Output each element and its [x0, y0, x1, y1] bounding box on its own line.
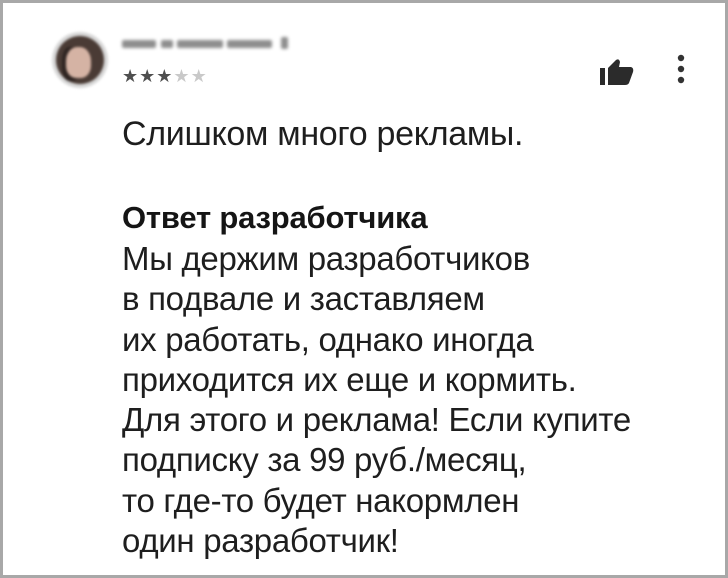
- reply-line: то где-то будет накормлен: [122, 481, 520, 519]
- reply-line: подписку за 99 руб./месяц,: [122, 441, 527, 479]
- reply-line: их работать, однако иногда: [122, 320, 534, 358]
- review-card: ★★★★★ Слишком много рекламы. Ответ разра…: [0, 0, 728, 578]
- more-vert-icon[interactable]: [674, 52, 688, 88]
- reply-line: Мы держим разработчиков: [122, 240, 530, 277]
- rating-stars: ★★★★★: [122, 67, 208, 85]
- user-avatar[interactable]: [52, 32, 108, 88]
- star-icon-filled: ★: [122, 66, 140, 86]
- developer-reply-text: Мы держим разработчиков в подвале и заст…: [122, 239, 631, 561]
- reply-line: Для этого и реклама! Если купите: [122, 401, 631, 439]
- reply-line: в подвале и заставляем: [122, 280, 485, 318]
- star-icon-filled: ★: [156, 66, 174, 86]
- star-icon-filled: ★: [139, 66, 157, 86]
- thumbs-up-icon[interactable]: [600, 59, 634, 85]
- developer-reply-title: Ответ разработчика: [122, 200, 428, 235]
- review-text: Слишком много рекламы.: [122, 115, 524, 153]
- avatar-face-shape: [66, 47, 91, 78]
- star-icon-empty: ★: [190, 66, 208, 86]
- blurred-username: [122, 36, 322, 52]
- reply-line: приходится их еще и кормить.: [122, 360, 577, 398]
- star-icon-empty: ★: [173, 66, 191, 86]
- reply-line: один разработчик!: [122, 522, 399, 560]
